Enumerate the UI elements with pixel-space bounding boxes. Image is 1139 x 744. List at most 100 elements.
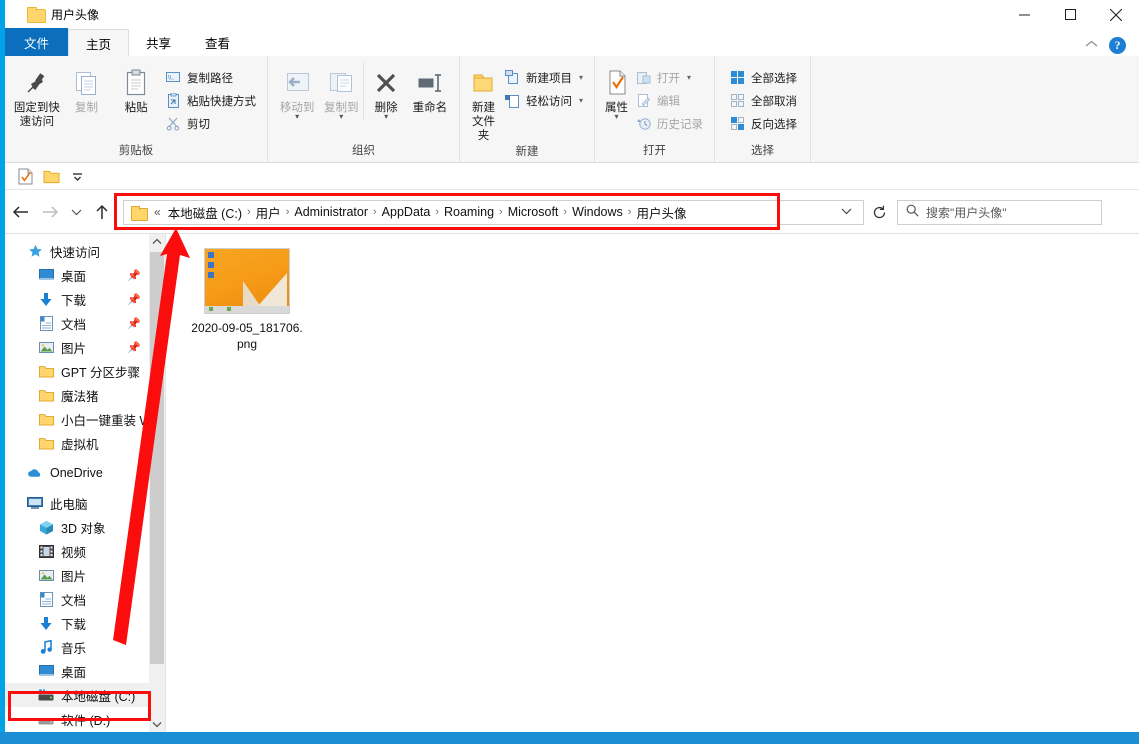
pin-icon[interactable]: 📌 (127, 317, 141, 330)
file-explorer-window: 用户头像 文件 主页 共享 查看 ? (0, 0, 1139, 744)
open-button[interactable]: 打开 ▾ (631, 67, 707, 88)
sidebar-item-software-d[interactable]: 软件 (D:) (5, 707, 165, 731)
sidebar-item-desktop[interactable]: 桌面 📌 (5, 263, 165, 287)
properties-button[interactable]: 属性 ▾ (602, 61, 631, 120)
pin-icon[interactable]: 📌 (127, 341, 141, 354)
breadcrumb-item-2[interactable]: Administrator (290, 205, 372, 219)
select-all-button[interactable]: 全部选择 (725, 67, 801, 88)
properties-icon[interactable] (17, 168, 34, 185)
tab-view[interactable]: 查看 (188, 28, 247, 56)
select-none-label: 全部取消 (751, 93, 797, 109)
chevron-down-icon[interactable] (841, 207, 859, 217)
sidebar-item-downloads[interactable]: 下载 📌 (5, 287, 165, 311)
sidebar-item-onedrive[interactable]: OneDrive (5, 461, 165, 485)
close-button[interactable] (1093, 0, 1139, 29)
sidebar-item-documents[interactable]: 文档 📌 (5, 311, 165, 335)
minimize-button[interactable] (1001, 0, 1047, 29)
sidebar-item-pictures[interactable]: 图片 📌 (5, 335, 165, 359)
address-bar[interactable]: « 本地磁盘 (C:) › 用户 › Administrator › AppDa… (123, 200, 864, 225)
sidebar-item-downloads-pc[interactable]: 下载 (5, 611, 165, 635)
sidebar-label: 此电脑 (50, 494, 88, 513)
recent-locations-button[interactable] (65, 197, 87, 227)
forward-button[interactable] (35, 197, 65, 227)
sidebar-item-xiaobai[interactable]: 小白一键重装 W (5, 407, 165, 431)
new-folder-button[interactable]: 新建文件夹 (467, 61, 500, 143)
paste-icon (124, 66, 148, 100)
ribbon-group-new: 新建文件夹 新建项目 ▾ (460, 56, 595, 162)
history-button[interactable]: 历史记录 (631, 113, 707, 134)
tab-file[interactable]: 文件 (5, 28, 68, 56)
chevron-down-icon[interactable]: ▾ (579, 73, 583, 82)
refresh-button[interactable] (864, 200, 894, 225)
sidebar-item-documents-pc[interactable]: 文档 (5, 587, 165, 611)
paste-button[interactable]: 粘贴 (111, 61, 161, 115)
chevron-down-icon[interactable]: ▾ (614, 114, 618, 120)
sidebar-item-local-disk-c[interactable]: 本地磁盘 (C:) (5, 683, 165, 707)
new-item-button[interactable]: 新建项目 ▾ (500, 67, 587, 88)
scroll-up-icon[interactable] (152, 234, 162, 250)
up-button[interactable] (87, 197, 117, 227)
search-box[interactable]: 搜索"用户头像" (897, 200, 1102, 225)
sidebar-item-this-pc[interactable]: 此电脑 (5, 491, 165, 515)
chevron-down-icon[interactable]: ▾ (295, 114, 299, 120)
move-to-button[interactable]: 移动到 ▾ (275, 61, 319, 120)
desktop-icon (38, 267, 54, 283)
copy-to-button[interactable]: 复制到 ▾ (319, 61, 363, 120)
tab-share[interactable]: 共享 (129, 28, 188, 56)
breadcrumb-item-3[interactable]: AppData (378, 205, 435, 219)
breadcrumb-item-5[interactable]: Microsoft (504, 205, 563, 219)
select-all-icon (729, 69, 746, 86)
navigation-tree: 快速访问 桌面 📌 下载 📌 (5, 234, 165, 731)
sidebar-item-quick-access[interactable]: 快速访问 (5, 239, 165, 263)
pin-icon[interactable]: 📌 (127, 269, 141, 282)
rename-button[interactable]: 重命名 (408, 61, 452, 115)
breadcrumb-item-6[interactable]: Windows (568, 205, 627, 219)
breadcrumb-overflow[interactable]: « (151, 205, 164, 219)
sidebar-item-desktop-pc[interactable]: 桌面 (5, 659, 165, 683)
ribbon-group-organize-label: 组织 (268, 142, 459, 162)
chevron-up-icon[interactable] (1085, 36, 1098, 54)
file-list-pane[interactable]: 2020-09-05_181706.png (166, 234, 1139, 733)
easy-access-button[interactable]: 轻松访问 ▾ (500, 90, 587, 111)
open-label: 打开 (657, 70, 680, 86)
chevron-down-icon[interactable]: ▾ (384, 114, 388, 120)
back-button[interactable] (5, 197, 35, 227)
sidebar-item-music[interactable]: 音乐 (5, 635, 165, 659)
select-none-button[interactable]: 全部取消 (725, 90, 801, 111)
sidebar-scrollbar[interactable] (149, 234, 165, 733)
chevron-down-icon[interactable]: ▾ (339, 114, 343, 120)
help-icon[interactable]: ? (1109, 37, 1126, 54)
sidebar-item-mofazhu[interactable]: 魔法猪 (5, 383, 165, 407)
sidebar-label: 本地磁盘 (C:) (61, 686, 135, 705)
copy-button[interactable]: 复制 (62, 61, 112, 115)
pin-to-quick-access-button[interactable]: 固定到快速访问 (12, 61, 62, 129)
cut-button[interactable]: 剪切 (161, 113, 260, 134)
sidebar-item-pictures-pc[interactable]: 图片 (5, 563, 165, 587)
delete-button[interactable]: 删除 ▾ (363, 61, 407, 120)
edit-button[interactable]: 编辑 (631, 90, 707, 111)
sidebar-item-gpt-partition[interactable]: GPT 分区步骤 (5, 359, 165, 383)
breadcrumb-item-0[interactable]: 本地磁盘 (C:) (164, 203, 246, 222)
breadcrumb-item-4[interactable]: Roaming (440, 205, 498, 219)
open-small-commands: 打开 ▾ 编辑 (631, 61, 707, 134)
search-placeholder: 搜索"用户头像" (926, 204, 1007, 221)
invert-selection-button[interactable]: 反向选择 (725, 113, 801, 134)
thumbnail-taskbar (205, 306, 289, 313)
customize-dropdown-icon[interactable] (69, 168, 86, 185)
tab-home[interactable]: 主页 (68, 29, 129, 57)
breadcrumb-item-1[interactable]: 用户 (252, 203, 285, 222)
sidebar-item-3d-objects[interactable]: 3D 对象 (5, 515, 165, 539)
copy-path-button[interactable]: \\.. 复制路径 (161, 67, 260, 88)
chevron-down-icon[interactable]: ▾ (579, 96, 583, 105)
paste-shortcut-button[interactable]: 粘贴快捷方式 (161, 90, 260, 111)
breadcrumb-item-7[interactable]: 用户头像 (632, 203, 690, 222)
file-item[interactable]: 2020-09-05_181706.png (188, 248, 306, 352)
maximize-button[interactable] (1047, 0, 1093, 29)
sidebar-item-vm[interactable]: 虚拟机 (5, 431, 165, 455)
scrollbar-thumb[interactable] (150, 252, 164, 664)
chevron-down-icon[interactable]: ▾ (687, 73, 691, 82)
new-folder-icon[interactable] (43, 168, 60, 185)
pin-icon[interactable]: 📌 (127, 293, 141, 306)
scroll-down-icon[interactable] (152, 717, 162, 733)
sidebar-item-videos[interactable]: 视频 (5, 539, 165, 563)
